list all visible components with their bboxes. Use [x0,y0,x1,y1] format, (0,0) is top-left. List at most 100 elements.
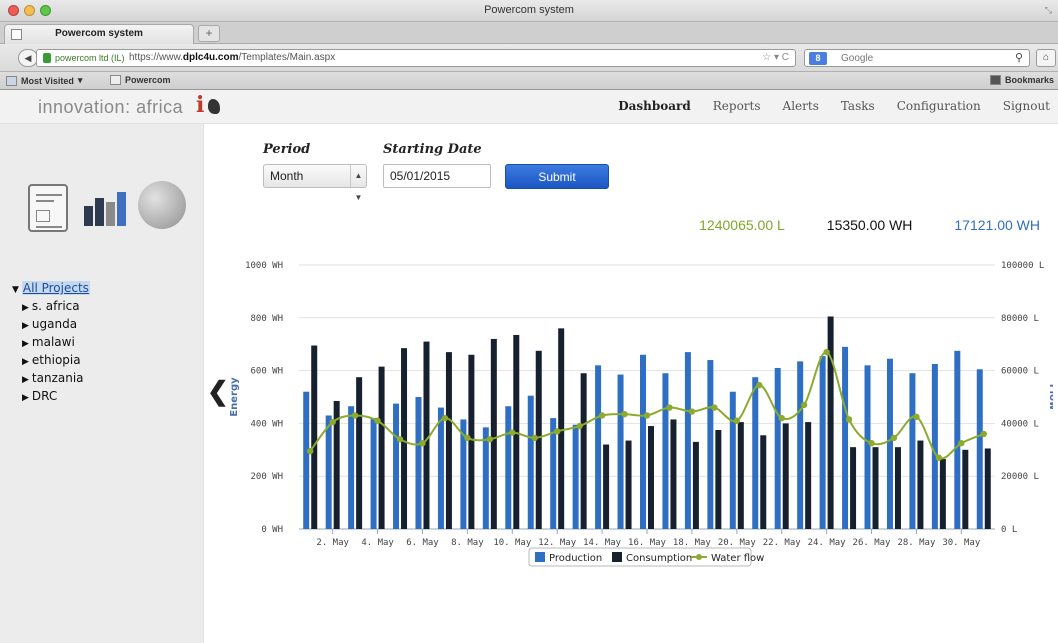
home-button[interactable]: ⌂ [1036,49,1056,67]
y2-tick-label: 40000 L [1001,419,1039,429]
x-tick-label: 28. May [897,538,936,548]
water-flow-point [531,434,538,442]
production-bar [482,427,489,529]
x-tick-label: 2. May [316,538,349,548]
tree-root-label[interactable]: All Projects [21,281,90,295]
page-icon [110,75,121,85]
consumption-bar [423,341,430,529]
x-tick-label: 14. May [583,538,622,548]
tree-item-s-africa[interactable]: ▶ s. africa [12,297,90,315]
production-bar [415,397,422,529]
x-tick-label: 8. May [451,538,484,548]
production-bar [640,354,646,529]
africa-map-icon [208,99,220,114]
select-arrows-icon: ▲ ▼ [350,165,366,202]
menu-reports[interactable]: Reports [713,99,761,113]
menu-configuration[interactable]: Configuration [897,99,981,113]
production-bar [909,373,916,529]
brand-logo[interactable]: innovation: africa [38,97,183,118]
production-bar [797,361,804,529]
period-select[interactable]: Month ▲ ▼ [263,164,367,202]
legend-water-label: Water flow [711,553,764,564]
globe-icon[interactable] [138,181,186,229]
consumption-bar [311,345,318,529]
menu-signout[interactable]: Signout [1003,99,1050,113]
water-flow-point [621,410,628,418]
consumption-bar [715,430,722,529]
water-flow-point [823,348,830,356]
y2-axis-title: Flow [1047,384,1053,410]
address-bar[interactable]: powercom ltd (IL) https://www.dplc4u.com… [36,49,796,67]
production-bar [572,424,579,529]
x-tick-label: 26. May [853,538,892,548]
search-input[interactable]: Google [841,53,873,64]
starting-date-input[interactable] [383,164,491,188]
consumption-bar [558,328,565,529]
production-bar [707,360,714,529]
menu-tasks[interactable]: Tasks [841,99,875,113]
consumption-bar [760,435,767,529]
water-flow-point [419,440,426,447]
water-flow-point [576,422,583,430]
menu-dashboard[interactable]: Dashboard [618,99,691,113]
collapsed-triangle-icon: ▶ [22,357,29,367]
submit-button[interactable]: Submit [505,164,609,189]
search-bar[interactable]: 8 Google ⚲ [804,49,1030,67]
tab-powercom[interactable]: Powercom system [4,24,194,44]
consumption-bar [872,447,879,529]
water-flow-point [980,430,987,438]
report-document-icon[interactable] [28,184,68,232]
menu-alerts[interactable]: Alerts [783,99,819,113]
total-water: 1240065.00 L [699,217,785,233]
search-engine-icon[interactable]: 8 [809,52,827,65]
production-bar [819,356,826,529]
tree-item-drc[interactable]: ▶ DRC [12,387,90,405]
lock-icon [43,53,51,63]
consumption-bar [894,447,901,529]
water-flow-point [688,408,696,415]
totals-summary: 1240065.00 L 15350.00 WH 17121.00 WH [699,217,1040,233]
x-tick-label: 22. May [763,538,802,548]
production-bar [886,358,893,529]
back-button[interactable]: ◀ [18,49,38,67]
collapsed-triangle-icon: ▶ [22,321,29,331]
consumption-bar [827,316,834,529]
bar-chart-icon[interactable] [84,192,134,226]
bookmarks-menu[interactable]: Bookmarks [989,75,1054,85]
consumption-bar [805,422,812,529]
water-flow-point [509,429,516,436]
legend-production-label: Production [549,553,602,564]
x-tick-label: 12. May [538,538,577,548]
tree-root[interactable]: ▼ All Projects [12,279,90,297]
bookmark-powercom[interactable]: Powercom [110,75,171,85]
site-identity[interactable]: powercom ltd (IL) [55,53,125,63]
url-text[interactable]: https://www.dplc4u.com/Templates/Main.as… [129,52,335,63]
tree-item-ethiopia[interactable]: ▶ ethiopia [12,351,90,369]
water-flow-point [486,436,494,443]
search-icon[interactable]: ⚲ [1015,51,1023,64]
bookmarks-bar: Most Visited ▾ Powercom Bookmarks [0,72,1058,90]
collapsed-triangle-icon: ▶ [22,339,29,349]
tree-item-tanzania[interactable]: ▶ tanzania [12,369,90,387]
bookmark-star-icon[interactable]: ☆ ▾ C [762,52,789,63]
water-flow-point [329,418,336,426]
y2-tick-label: 0 L [1001,525,1017,535]
fullscreen-icon[interactable]: ⤡ [1045,5,1052,16]
water-flow-point [643,412,651,419]
consumption-bar [445,352,452,529]
y-tick-label: 400 WH [250,419,283,429]
production-bar [325,415,332,529]
tree-item-uganda[interactable]: ▶ uganda [12,315,90,333]
production-bar [774,367,781,529]
production-bar [662,373,669,529]
water-flow-point [935,454,943,461]
consumption-bar [468,354,475,529]
water-flow-point [778,414,785,422]
water-flow-point [374,417,381,424]
consumption-bar [782,423,789,529]
new-tab-button[interactable]: + [198,25,220,42]
consumption-bar [603,444,610,529]
tree-item-malawi[interactable]: ▶ malawi [12,333,90,351]
x-tick-label: 4. May [361,538,394,548]
bookmark-most-visited[interactable]: Most Visited ▾ [6,75,82,86]
